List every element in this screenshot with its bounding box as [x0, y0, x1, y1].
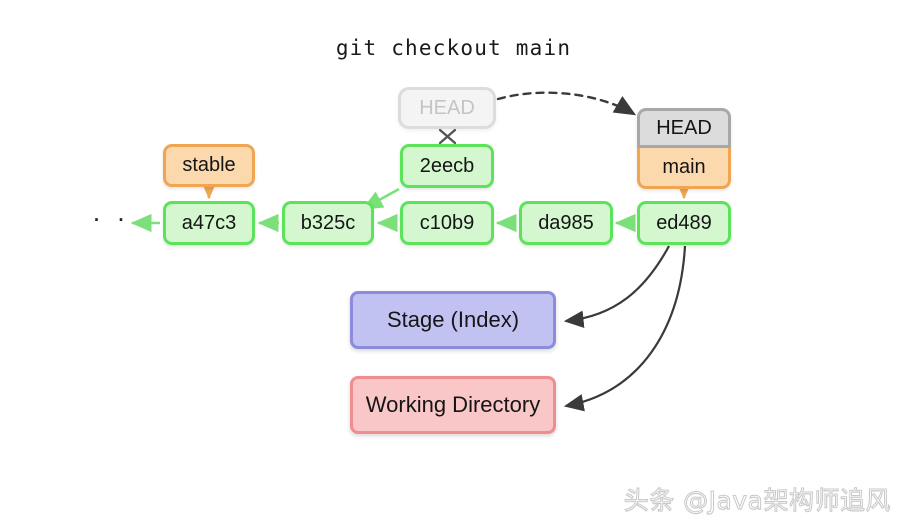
- commit-ed489[interactable]: ed489: [637, 201, 731, 245]
- commit-b325c-label: b325c: [300, 211, 356, 234]
- head-pointer-new[interactable]: HEAD: [637, 108, 731, 148]
- branch-main-label: main: [662, 155, 706, 178]
- edge-head-move: [496, 91, 637, 116]
- head-pointer-new-label: HEAD: [656, 116, 712, 139]
- commit-c10b9-label: c10b9: [419, 211, 475, 234]
- branch-stable[interactable]: stable: [163, 144, 255, 187]
- stage-index-box[interactable]: Stage (Index): [350, 291, 556, 349]
- detached-head-x-icon: [438, 128, 457, 145]
- commit-c10b9[interactable]: c10b9: [400, 201, 494, 245]
- arrow-layer: [130, 91, 694, 412]
- watermark-text: 头条 @Java架构师追风: [623, 486, 891, 516]
- commit-2eecb-label: 2eecb: [419, 154, 475, 177]
- commit-da985-label: da985: [538, 211, 594, 234]
- working-directory-box[interactable]: Working Directory: [350, 376, 556, 434]
- head-pointer-old-label: HEAD: [419, 96, 475, 119]
- commit-2eecb[interactable]: 2eecb: [400, 144, 494, 188]
- edge-ed489-to-stage: [563, 245, 670, 328]
- stage-index-label: Stage (Index): [386, 307, 520, 332]
- commit-da985[interactable]: da985: [519, 201, 613, 245]
- diagram-canvas: git checkout main HEAD HEAD main stable …: [0, 0, 907, 529]
- branch-main[interactable]: main: [637, 148, 731, 189]
- commit-a47c3[interactable]: a47c3: [163, 201, 255, 245]
- page-title: git checkout main: [335, 36, 572, 60]
- working-directory-label: Working Directory: [365, 392, 541, 417]
- history-ellipsis: · · ·: [92, 203, 154, 233]
- branch-stable-label: stable: [182, 154, 236, 176]
- head-pointer-old[interactable]: HEAD: [398, 87, 496, 129]
- edge-ed489-to-workdir: [563, 245, 687, 412]
- commit-a47c3-label: a47c3: [181, 211, 237, 234]
- commit-b325c[interactable]: b325c: [282, 201, 374, 245]
- commit-ed489-label: ed489: [656, 211, 712, 234]
